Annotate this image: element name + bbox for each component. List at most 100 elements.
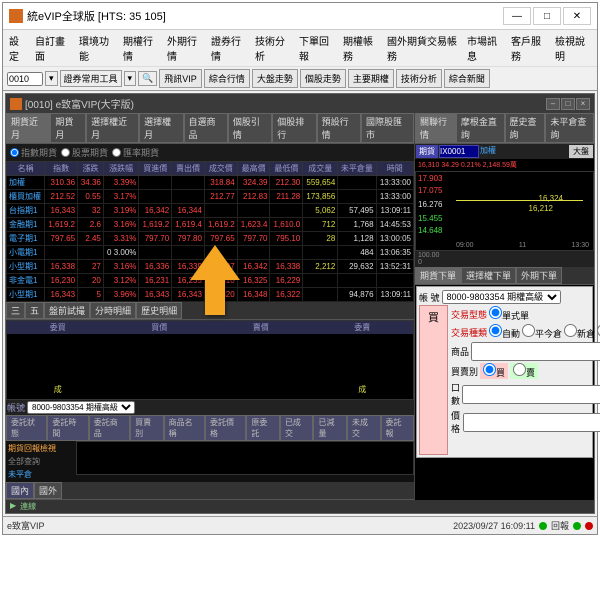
rtab[interactable]: 歷史查詢 bbox=[505, 113, 546, 143]
tab[interactable]: 選擇權近月 bbox=[86, 113, 139, 143]
toolbar-btn[interactable]: 綜合新聞 bbox=[444, 69, 490, 88]
close-button[interactable]: ✕ bbox=[563, 7, 591, 25]
menu-item[interactable]: 下單回報 bbox=[299, 33, 335, 63]
bot-tab[interactable]: 委託時間 bbox=[47, 415, 88, 441]
panel-close-icon[interactable]: × bbox=[576, 98, 590, 110]
tab[interactable]: 個股引情 bbox=[228, 113, 272, 143]
order-tab[interactable]: 選擇權下單 bbox=[461, 267, 516, 284]
tab[interactable]: 預設行情 bbox=[317, 113, 361, 143]
dropdown-icon[interactable]: ▾ bbox=[45, 71, 58, 86]
tab-futures-near[interactable]: 期貨近月 bbox=[6, 113, 50, 143]
order-account[interactable]: 8000-9803354 期權高級 bbox=[442, 290, 561, 304]
search-icon[interactable]: 🔍 bbox=[138, 71, 157, 86]
panel-min-icon[interactable]: – bbox=[546, 98, 560, 110]
table-row[interactable]: 台指期116,343323.19%16,34216,3445,06257,495… bbox=[7, 204, 414, 218]
toolbar-btn[interactable]: 大盤走勢 bbox=[252, 69, 298, 88]
region-tab[interactable]: 國內 bbox=[6, 482, 34, 499]
menu-item[interactable]: 自訂畫面 bbox=[35, 33, 71, 63]
tab[interactable]: 自選商品 bbox=[184, 113, 228, 143]
account-select[interactable]: 8000-9803354 期權高級 bbox=[27, 401, 135, 414]
table-row[interactable]: 櫃買加權212.520.553.17%212.77212.83211.28173… bbox=[7, 190, 414, 204]
toolbar-btn[interactable]: 個股走勢 bbox=[300, 69, 346, 88]
region-tab[interactable]: 國外 bbox=[34, 482, 62, 499]
qty-input[interactable] bbox=[462, 385, 600, 404]
status-dot-icon bbox=[573, 522, 581, 530]
order-tab[interactable]: 期貨下單 bbox=[415, 267, 461, 284]
radio-stock-futures[interactable]: 股票期貨 bbox=[61, 146, 108, 159]
chart-topline: 16,310 34.29 0.21% 2,148.59萬 bbox=[415, 159, 594, 171]
minimize-button[interactable]: — bbox=[503, 7, 531, 25]
mid-tab[interactable]: 盤前試撮 bbox=[44, 302, 90, 319]
symbol-input[interactable] bbox=[439, 145, 479, 158]
buy-button[interactable]: 買 bbox=[419, 305, 448, 455]
tool-combo[interactable]: 證券常用工具 bbox=[60, 70, 122, 87]
product-input[interactable] bbox=[471, 342, 600, 361]
panel-title: [0010] e致富VIP(大字版) bbox=[25, 96, 134, 111]
status-dot-icon bbox=[539, 522, 547, 530]
menu-item[interactable]: 期權行情 bbox=[123, 33, 159, 63]
table-row[interactable]: 小電期10 3.00%48413:06:35 bbox=[7, 246, 414, 260]
depth-panel: 委買買價賣價委賣 成成 bbox=[6, 320, 414, 400]
mid-tab[interactable]: 三 bbox=[6, 302, 25, 319]
bot-tab[interactable]: 已成交 bbox=[280, 415, 314, 441]
table-row[interactable]: 加權310.3634.363.39%318.84324.39212.30559,… bbox=[7, 176, 414, 190]
table-row[interactable]: 非金電116,230203.12%16,23116,23516,31016,32… bbox=[7, 274, 414, 288]
menu-item[interactable]: 技術分析 bbox=[255, 33, 291, 63]
menu-item[interactable]: 證券行情 bbox=[211, 33, 247, 63]
tab[interactable]: 選擇權月 bbox=[139, 113, 183, 143]
bot-tab[interactable]: 委託價格 bbox=[205, 415, 246, 441]
table-row[interactable]: 電子期1797.652.453.31%797.70797.80797.65797… bbox=[7, 232, 414, 246]
mid-tab[interactable]: 五 bbox=[25, 302, 44, 319]
big-button[interactable]: 大盤 bbox=[569, 145, 593, 158]
tab[interactable]: 國際股匯市 bbox=[361, 113, 414, 143]
menubar: 設定 自訂畫面 環境功能 期權行情 外期行情 證券行情 技術分析 下單回報 期權… bbox=[3, 30, 597, 66]
toolbar-btn[interactable]: 主要期權 bbox=[348, 69, 394, 88]
table-row[interactable]: 金融期11,619.22.63.16%1,619.21,619.41,619.2… bbox=[7, 218, 414, 232]
bot-tab[interactable]: 委託商品 bbox=[89, 415, 130, 441]
toolbar-btn[interactable]: 綜合行情 bbox=[204, 69, 250, 88]
order-tab[interactable]: 外期下單 bbox=[516, 267, 562, 284]
bot-tab[interactable]: 未成交 bbox=[347, 415, 381, 441]
status-dot-icon bbox=[585, 522, 593, 530]
status-left: e致富VIP bbox=[7, 519, 45, 532]
radio-fx-futures[interactable]: 匯率期貨 bbox=[112, 146, 159, 159]
side-tab[interactable]: 期貨回報檢視 bbox=[8, 443, 74, 454]
menu-item[interactable]: 市場訊息 bbox=[467, 33, 503, 63]
window-title: 統eVIP全球版 [HTS: 35 105] bbox=[27, 8, 503, 24]
bot-tab[interactable]: 原委託 bbox=[246, 415, 280, 441]
menu-item[interactable]: 檢視說明 bbox=[555, 33, 591, 63]
acct-label: 帳號 bbox=[7, 401, 25, 414]
app-icon bbox=[9, 9, 23, 23]
tab[interactable]: 期貨月 bbox=[50, 113, 86, 143]
toolbar-btn[interactable]: 技術分析 bbox=[396, 69, 442, 88]
mid-tab[interactable]: 歷史明細 bbox=[136, 302, 182, 319]
bot-tab[interactable]: 委託狀態 bbox=[6, 415, 47, 441]
menu-item[interactable]: 設定 bbox=[9, 33, 27, 63]
price-input[interactable] bbox=[463, 413, 600, 432]
rtab[interactable]: 未平倉查詢 bbox=[545, 113, 594, 143]
bot-tab[interactable]: 委託報 bbox=[381, 415, 415, 441]
radio-index-futures[interactable]: 指數期貨 bbox=[10, 146, 57, 159]
rtab[interactable]: 關聯行情 bbox=[415, 113, 456, 143]
menu-item[interactable]: 外期行情 bbox=[167, 33, 203, 63]
bot-tab[interactable]: 買賣別 bbox=[130, 415, 164, 441]
mid-tab[interactable]: 分時明細 bbox=[90, 302, 136, 319]
rtab[interactable]: 摩根金直詢 bbox=[456, 113, 505, 143]
menu-item[interactable]: 環境功能 bbox=[79, 33, 115, 63]
quote-grid: 名稱指數漲跌漲跌幅買進價賣出價成交價最高價最低價成交量未平倉量時間 加權310.… bbox=[6, 161, 414, 302]
maximize-button[interactable]: □ bbox=[533, 7, 561, 25]
dropdown-icon[interactable]: ▾ bbox=[124, 71, 137, 86]
panel-max-icon[interactable]: □ bbox=[561, 98, 575, 110]
table-row[interactable]: 小型期116,338273.16%16,33616,33916,30716,34… bbox=[7, 260, 414, 274]
panel-icon bbox=[10, 98, 22, 110]
menu-item[interactable]: 國外期貨交易帳務 bbox=[387, 33, 459, 63]
order-panel: 帳 號8000-9803354 期權高級 買 交易型態單式單 交易種類 自動 平… bbox=[416, 286, 593, 458]
menu-item[interactable]: 期權帳務 bbox=[343, 33, 379, 63]
code-input[interactable] bbox=[7, 72, 43, 86]
table-row[interactable]: 小型期116,34353.96%16,34316,34316,32016,348… bbox=[7, 288, 414, 302]
toolbar-btn[interactable]: 飛訊VIP bbox=[159, 69, 202, 88]
menu-item[interactable]: 客戶服務 bbox=[511, 33, 547, 63]
bot-tab[interactable]: 商品名稱 bbox=[164, 415, 205, 441]
bot-tab[interactable]: 已減量 bbox=[313, 415, 347, 441]
tab[interactable]: 個股排行 bbox=[272, 113, 316, 143]
